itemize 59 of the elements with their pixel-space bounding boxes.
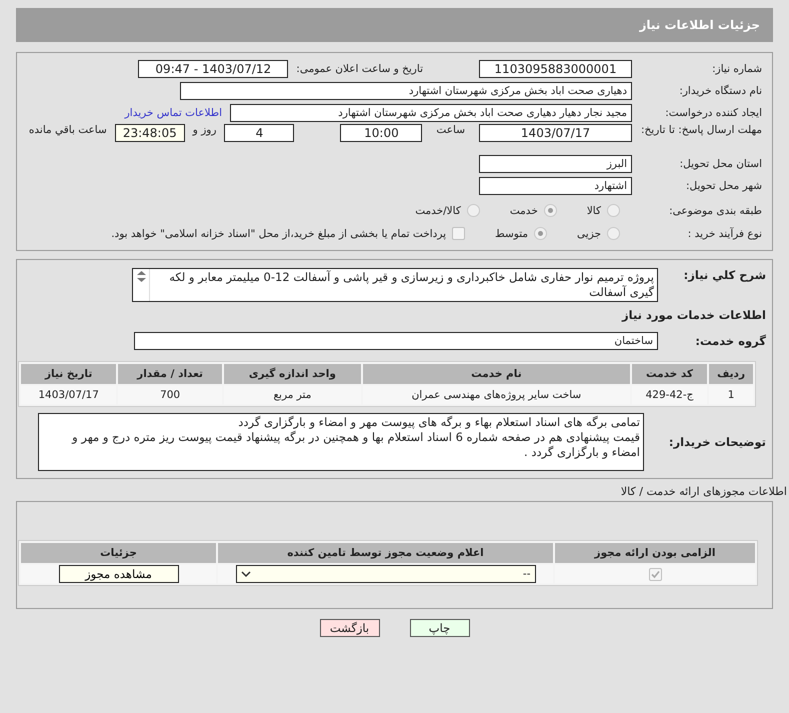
field-label: نوع فرآیند خرید : <box>686 228 763 240</box>
column-header: تعداد / مقدار <box>118 364 222 384</box>
radio-button[interactable] <box>466 204 480 217</box>
chevron-down-icon <box>240 570 250 578</box>
column-header: اعلام وضعیت مجوز توسط تامین کننده <box>218 543 553 563</box>
field-label: شماره نیاز: <box>711 62 763 74</box>
field-value: 1403/07/17 <box>479 124 632 142</box>
back-button[interactable]: بازگشت <box>320 619 380 637</box>
field-label: طبقه بندی موضوعی: <box>668 204 763 216</box>
contact-link[interactable]: اطلاعات تماس خریدار <box>124 106 222 118</box>
field-value: 1103095883000001 <box>479 60 632 78</box>
field-value: اشتهارد <box>479 176 632 194</box>
option-label: جزیی <box>577 228 601 240</box>
field-label: تاریخ و ساعت اعلان عمومی: <box>296 62 423 74</box>
field-label: شرح کلي نیاز: <box>682 268 767 282</box>
field-value: دهیاری صحت اباد بخش مرکزی شهرستان اشتهارد <box>180 82 632 100</box>
column-header: جزئیات <box>21 543 216 563</box>
column-header: نام خدمت <box>362 364 630 384</box>
radio-button[interactable] <box>544 204 557 217</box>
field-label: ساعت <box>436 124 465 136</box>
status-dropdown[interactable]: -- <box>236 565 536 583</box>
field-value: ساختمان <box>134 332 658 350</box>
field-value: مجید نجار دهیار دهیاری صحت اباد بخش مرکزی شهرستان اشتهارد <box>230 104 632 122</box>
field-label: ساعت باقي مانده <box>28 124 107 136</box>
checkbox[interactable] <box>452 227 466 240</box>
view-permit-button[interactable]: مشاهده مجوز <box>58 565 178 583</box>
column-header: تاریخ نیاز <box>21 364 116 384</box>
option-label: پرداخت تمام یا بخشی از مبلغ خرید،از محل "اسناد خزانه اسلامی" خواهد بود. <box>111 228 446 240</box>
radio-button[interactable] <box>534 227 548 240</box>
field-label: روز و <box>192 124 216 136</box>
field-label: گروه خدمت: <box>694 334 767 348</box>
field-label: استان محل تحویل: <box>678 158 763 170</box>
field-label: شهر محل تحویل: <box>685 180 763 192</box>
field-value: 23:48:05 <box>114 124 185 142</box>
section-title: اطلاعات خدمات مورد نیاز <box>620 308 767 322</box>
column-header: ردیف <box>709 364 753 384</box>
column-header: واحد اندازه گیری <box>224 364 361 384</box>
field-value: 4 <box>224 124 294 142</box>
option-label: خدمت <box>510 204 538 216</box>
notes-text: تمامی برگه های اسناد استعلام بهاء و برگه های پیوست مهر و امضاء و بارگزاری گردد قیمت پیشنهادی هم در صفحه شماره 6 اسناد استعلام بها و همچنین در برگه پیشنهاد قیمت پیوست ریز متره درج و مهر و امضاء و بارگزاری گردد . <box>70 414 641 461</box>
field-label: نام دستگاه خریدار: <box>678 84 763 96</box>
page-title: جزئیات اطلاعات نیاز <box>639 18 760 32</box>
option-label: کالا <box>586 204 601 216</box>
field-label: ایجاد کننده درخواست: <box>664 106 763 118</box>
radio-button[interactable] <box>607 227 620 240</box>
checkbox[interactable] <box>648 568 662 580</box>
column-header: الزامی بودن ارائه مجوز <box>555 543 755 563</box>
field-label: مهلت ارسال پاسخ: تا تاریخ: <box>640 124 763 136</box>
radio-button[interactable] <box>607 204 620 217</box>
option-label: متوسط <box>495 228 528 240</box>
option-label: کالا/خدمت <box>415 204 461 216</box>
column-header: کد خدمت <box>632 364 708 384</box>
field-value: البرز <box>479 154 632 172</box>
notes-box[interactable] <box>38 413 644 471</box>
field-value: 1403/07/12 - 09:47 <box>138 60 288 78</box>
field-label: توضیحات خریدار: <box>668 435 767 449</box>
print-button[interactable]: چاپ <box>410 619 470 637</box>
section-title: اطلاعات مجوزهای ارائه خدمت / کالا <box>620 485 787 498</box>
field-value: 10:00 <box>340 124 422 142</box>
